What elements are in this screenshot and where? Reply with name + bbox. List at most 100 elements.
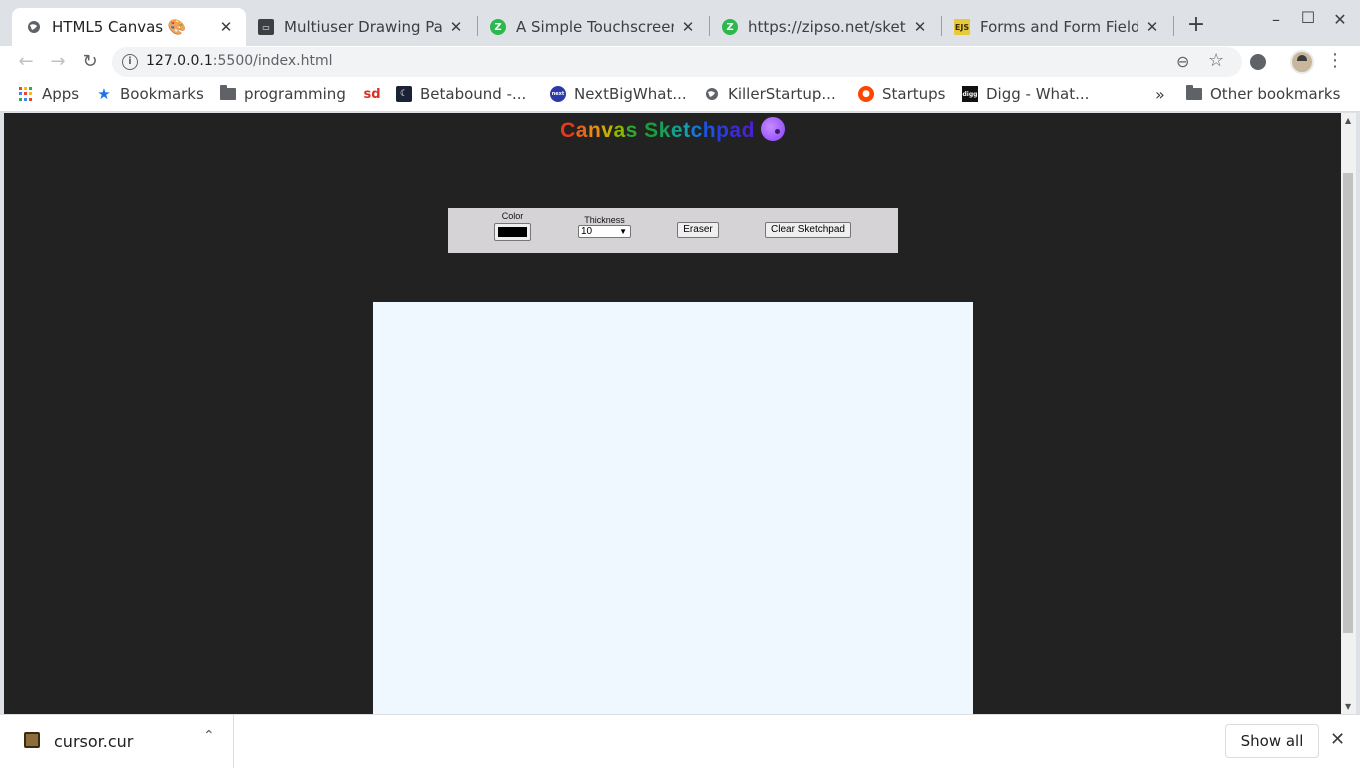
downloads-bar: cursor.cur ⌃ Show all ✕ — [0, 714, 1360, 768]
bookmark-other[interactable]: Other bookmarks — [1186, 84, 1340, 104]
minimize-icon[interactable]: – — [1266, 10, 1286, 29]
page-title: Canvas Sketchpad — [4, 117, 1341, 143]
title-letter: a — [575, 119, 588, 142]
title-letter: c — [690, 119, 703, 142]
chevron-up-icon[interactable]: ⌃ — [203, 728, 215, 744]
tab-title: HTML5 Canvas 🎨 — [52, 18, 187, 36]
url-path: :5500/index.html — [212, 53, 333, 69]
title-letter: a — [729, 119, 742, 142]
tab-simple-touchscreen[interactable]: Z A Simple Touchscreen ✕ — [476, 8, 708, 46]
folder-icon — [220, 85, 236, 102]
tab-title: Forms and Form Fields — [980, 18, 1138, 36]
apps-grid-icon — [18, 86, 34, 102]
address-bar[interactable]: i 127.0.0.1:5500/index.html ⊖ ☆ — [112, 47, 1242, 77]
tab-title: https://zipso.net/sketch — [748, 18, 906, 36]
browser-toolbar: ← → ↻ i 127.0.0.1:5500/index.html ⊖ ☆ ⋮ — [0, 46, 1360, 78]
avatar[interactable] — [1290, 50, 1314, 74]
bookmark-sd[interactable]: sd — [363, 84, 380, 104]
tab-forms-and-fields[interactable]: EJS Forms and Form Fields ✕ — [940, 8, 1172, 46]
maximize-icon[interactable]: ☐ — [1298, 8, 1318, 27]
close-icon[interactable]: ✕ — [448, 18, 464, 36]
new-tab-button[interactable]: + — [1184, 14, 1208, 38]
close-icon[interactable]: ✕ — [912, 18, 928, 36]
nextbigwhat-icon: next — [550, 86, 566, 102]
back-icon[interactable]: ← — [14, 50, 38, 74]
close-icon[interactable]: ✕ — [680, 18, 696, 36]
bookmarks-bar: Apps ★ Bookmarks programming sd ☾ Betabo… — [0, 78, 1360, 112]
color-picker[interactable] — [494, 223, 531, 241]
tab-separator — [1173, 16, 1174, 36]
title-letter: t — [683, 119, 691, 142]
bookmark-label: NextBigWhat... — [574, 85, 687, 103]
bookmarks-overflow-button[interactable]: » — [1155, 84, 1165, 104]
url-host: 127.0.0.1 — [146, 53, 213, 69]
bookmark-programming[interactable]: programming — [220, 84, 346, 104]
site-icon: ▭ — [258, 19, 274, 35]
page-title-text: Canvas Sketchpad — [560, 119, 755, 142]
title-letter: C — [560, 119, 576, 142]
bookmark-startups[interactable]: ● Startups — [858, 84, 946, 104]
extension-icon[interactable] — [1250, 54, 1266, 70]
thickness-value: 10 — [581, 226, 593, 237]
eraser-button[interactable]: Eraser — [677, 222, 719, 238]
scroll-down-icon[interactable]: ▼ — [1345, 702, 1351, 711]
close-icon[interactable]: ✕ — [218, 18, 234, 36]
title-letter: a — [613, 119, 626, 142]
bookmark-label: Bookmarks — [120, 85, 204, 103]
palette-icon — [760, 117, 785, 141]
forward-icon[interactable]: → — [46, 50, 70, 74]
globe-icon — [26, 19, 42, 35]
digg-icon: digg — [962, 86, 978, 102]
chevron-down-icon: ▼ — [619, 227, 627, 236]
bookmark-label: Other bookmarks — [1210, 85, 1341, 103]
title-letter: e — [670, 119, 684, 142]
tab-strip: HTML5 Canvas 🎨 ✕ ▭ Multiuser Drawing Pad… — [0, 0, 1360, 46]
bookmark-digg[interactable]: digg Digg - What... — [962, 84, 1089, 104]
bookmark-label: Digg - What... — [986, 85, 1090, 103]
bookmark-killerstartups[interactable]: KillerStartup... — [704, 84, 836, 104]
folder-icon — [1186, 85, 1202, 102]
ejs-icon: EJS — [954, 19, 970, 35]
window-close-icon[interactable]: ✕ — [1330, 10, 1350, 29]
close-icon[interactable]: ✕ — [1144, 18, 1160, 36]
page-scrollbar[interactable]: ▲ ▼ — [1341, 113, 1356, 714]
scroll-thumb[interactable] — [1343, 173, 1353, 633]
download-file-name: cursor.cur — [54, 732, 134, 751]
image-file-icon — [24, 732, 40, 748]
zipso-icon: Z — [490, 19, 506, 35]
bookmark-label: Apps — [42, 85, 80, 103]
download-item[interactable]: cursor.cur ⌃ — [0, 715, 234, 768]
title-letter: n — [587, 119, 602, 142]
thickness-select[interactable]: 10 ▼ — [578, 225, 631, 238]
close-icon[interactable]: ✕ — [1330, 729, 1345, 750]
bookmark-label: programming — [244, 85, 346, 103]
bookmark-nextbigwhat[interactable]: next NextBigWhat... — [550, 84, 687, 104]
scroll-up-icon[interactable]: ▲ — [1345, 116, 1351, 125]
bookmark-apps[interactable]: Apps — [18, 84, 79, 104]
betabound-icon: ☾ — [396, 86, 412, 102]
show-all-button[interactable]: Show all — [1225, 724, 1319, 758]
title-letter: v — [601, 119, 614, 142]
zipso-icon: Z — [722, 19, 738, 35]
zoom-icon[interactable]: ⊖ — [1176, 52, 1189, 71]
title-letter: d — [741, 119, 755, 142]
tab-zipso-sketch[interactable]: Z https://zipso.net/sketch ✕ — [708, 8, 940, 46]
reload-icon[interactable]: ↻ — [78, 50, 102, 74]
menu-icon[interactable]: ⋮ — [1326, 50, 1344, 71]
title-letter: S — [644, 119, 659, 142]
bookmark-bookmarks[interactable]: ★ Bookmarks — [96, 84, 204, 104]
color-picker-value — [498, 227, 527, 237]
tab-multiuser-drawing-pad[interactable]: ▭ Multiuser Drawing Pad ✕ — [244, 8, 476, 46]
sketchpad-canvas[interactable] — [373, 302, 973, 714]
bookmark-betabound[interactable]: ☾ Betabound -... — [396, 84, 526, 104]
reddit-icon: ● — [858, 86, 874, 102]
tab-html5-canvas[interactable]: HTML5 Canvas 🎨 ✕ — [12, 8, 246, 46]
url-text[interactable]: 127.0.0.1:5500/index.html — [146, 53, 333, 69]
sketch-controls: Color Thickness 10 ▼ Eraser Clear Sketch… — [448, 208, 898, 253]
site-info-icon[interactable]: i — [122, 54, 138, 70]
bookmark-label: Startups — [882, 85, 946, 103]
title-letter: k — [658, 119, 671, 142]
page-viewport: Canvas Sketchpad Color Thickness 10 ▼ Er… — [4, 113, 1341, 714]
bookmark-star-icon[interactable]: ☆ — [1208, 50, 1224, 71]
clear-sketchpad-button[interactable]: Clear Sketchpad — [765, 222, 851, 238]
